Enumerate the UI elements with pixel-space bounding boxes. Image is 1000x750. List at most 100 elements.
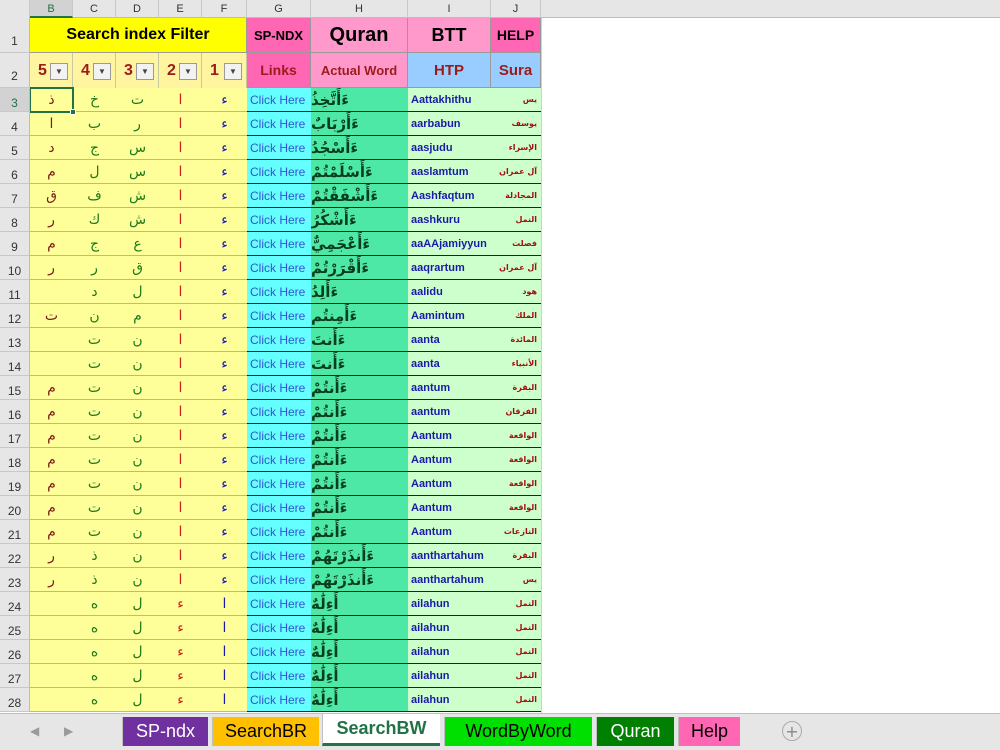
sura-cell[interactable]: النمل — [491, 592, 541, 616]
letter-cell[interactable]: ا — [159, 472, 202, 496]
actual-word-cell[interactable]: ءَأَقْرَرْتُمْ — [311, 256, 408, 280]
letter-cell[interactable]: ء — [202, 352, 247, 376]
letter-cell[interactable]: ا — [159, 424, 202, 448]
letter-cell[interactable]: ا — [159, 136, 202, 160]
actual-word-cell[interactable]: أَءِلَٰهٌ — [311, 688, 408, 712]
row-header-18[interactable]: 18 — [0, 448, 30, 472]
letter-cell[interactable]: ت — [30, 304, 73, 328]
row-header-24[interactable]: 24 — [0, 592, 30, 616]
click-here-link[interactable]: Click Here — [247, 400, 311, 424]
sura-cell[interactable]: هود — [491, 280, 541, 304]
click-here-link[interactable]: Click Here — [247, 232, 311, 256]
letter-cell[interactable]: م — [30, 424, 73, 448]
sura-cell[interactable]: الملك — [491, 304, 541, 328]
letter-cell[interactable]: ا — [202, 664, 247, 688]
actual-word-cell[interactable]: أَءِلَٰهٌ — [311, 664, 408, 688]
actual-word-cell[interactable]: ءَأَنتُمْ — [311, 496, 408, 520]
row-header-21[interactable]: 21 — [0, 520, 30, 544]
tab-scroll-left-icon[interactable]: ◀ — [30, 724, 39, 738]
letter-cell[interactable] — [30, 616, 73, 640]
column-header-h[interactable]: H — [311, 0, 408, 18]
letter-cell[interactable]: ر — [73, 256, 116, 280]
click-here-link[interactable]: Click Here — [247, 496, 311, 520]
letter-cell[interactable]: ل — [116, 616, 159, 640]
letter-cell[interactable]: ن — [116, 544, 159, 568]
letter-cell[interactable]: ت — [73, 448, 116, 472]
click-here-link[interactable]: Click Here — [247, 520, 311, 544]
letter-cell[interactable]: ء — [202, 448, 247, 472]
letter-cell[interactable] — [30, 328, 73, 352]
click-here-link[interactable]: Click Here — [247, 352, 311, 376]
letter-cell[interactable]: م — [30, 496, 73, 520]
sura-cell[interactable]: النمل — [491, 688, 541, 712]
letter-cell[interactable] — [30, 664, 73, 688]
row-header-28[interactable]: 28 — [0, 688, 30, 712]
letter-cell[interactable]: م — [30, 400, 73, 424]
actual-word-cell[interactable]: ءَأَنتُمْ — [311, 424, 408, 448]
letter-cell[interactable]: ء — [202, 496, 247, 520]
tab-scroll-right-icon[interactable]: ▶ — [64, 724, 73, 738]
letter-cell[interactable]: ا — [159, 208, 202, 232]
letter-cell[interactable]: ا — [202, 640, 247, 664]
click-here-link[interactable]: Click Here — [247, 640, 311, 664]
letter-cell[interactable]: م — [30, 376, 73, 400]
click-here-link[interactable]: Click Here — [247, 112, 311, 136]
click-here-link[interactable]: Click Here — [247, 688, 311, 712]
letter-cell[interactable]: ه — [73, 688, 116, 712]
row-header-17[interactable]: 17 — [0, 424, 30, 448]
letter-cell[interactable]: ر — [30, 544, 73, 568]
tab-wordbyword[interactable]: WordByWord — [444, 717, 592, 746]
htp-cell[interactable]: aanta — [408, 328, 491, 352]
sura-cell[interactable]: آل عمران — [491, 160, 541, 184]
letter-cell[interactable]: م — [30, 520, 73, 544]
htp-cell[interactable]: aaqrartum — [408, 256, 491, 280]
sura-cell[interactable]: الأنبياء — [491, 352, 541, 376]
tab-help[interactable]: Help — [678, 717, 740, 746]
empty-sheet-area[interactable] — [541, 18, 1000, 713]
letter-cell[interactable]: ر — [30, 208, 73, 232]
letter-cell[interactable]: ء — [202, 328, 247, 352]
sura-cell[interactable]: يس — [491, 568, 541, 592]
htp-cell[interactable]: ailahun — [408, 664, 491, 688]
letter-cell[interactable]: ر — [116, 112, 159, 136]
row-header-4[interactable]: 4 — [0, 112, 30, 136]
letter-cell[interactable]: ت — [73, 520, 116, 544]
letter-cell[interactable]: ت — [73, 424, 116, 448]
column-header-c[interactable]: C — [73, 0, 116, 18]
sura-cell[interactable]: المجادلة — [491, 184, 541, 208]
letter-cell[interactable]: ل — [116, 664, 159, 688]
letter-cell[interactable]: ل — [116, 640, 159, 664]
actual-word-cell[interactable]: ءَأَنتُمْ — [311, 472, 408, 496]
letter-cell[interactable]: ء — [202, 112, 247, 136]
sura-cell[interactable]: يس — [491, 88, 541, 112]
tab-quran[interactable]: Quran — [596, 717, 674, 746]
sura-cell[interactable]: الفرقان — [491, 400, 541, 424]
letter-cell[interactable]: ا — [159, 400, 202, 424]
htp-cell[interactable]: Aantum — [408, 496, 491, 520]
letter-cell[interactable]: ء — [202, 280, 247, 304]
htp-cell[interactable]: ailahun — [408, 640, 491, 664]
actual-word-cell[interactable]: ءَأَنتُمْ — [311, 520, 408, 544]
row-header-13[interactable]: 13 — [0, 328, 30, 352]
sura-cell[interactable]: الإسراء — [491, 136, 541, 160]
letter-cell[interactable]: ل — [116, 592, 159, 616]
letter-cell[interactable]: ه — [73, 664, 116, 688]
actual-word-cell[interactable]: ءَأَنتَ — [311, 352, 408, 376]
letter-cell[interactable]: ا — [159, 304, 202, 328]
fill-handle[interactable] — [70, 109, 76, 115]
actual-word-cell[interactable]: ءَأَنذَرْتَهُمْ — [311, 568, 408, 592]
letter-cell[interactable]: ن — [116, 520, 159, 544]
column-header-g[interactable]: G — [247, 0, 311, 18]
click-here-link[interactable]: Click Here — [247, 88, 311, 112]
letter-cell[interactable]: ن — [116, 328, 159, 352]
letter-cell[interactable]: ا — [159, 496, 202, 520]
letter-cell[interactable]: ب — [73, 112, 116, 136]
letter-cell[interactable]: ء — [202, 232, 247, 256]
letter-cell[interactable]: ا — [159, 112, 202, 136]
column-header-e[interactable]: E — [159, 0, 202, 18]
letter-cell[interactable]: ج — [73, 232, 116, 256]
column-header-b[interactable]: B — [30, 0, 73, 18]
row-header-27[interactable]: 27 — [0, 664, 30, 688]
letter-cell[interactable]: م — [30, 448, 73, 472]
letter-cell[interactable]: ت — [73, 400, 116, 424]
